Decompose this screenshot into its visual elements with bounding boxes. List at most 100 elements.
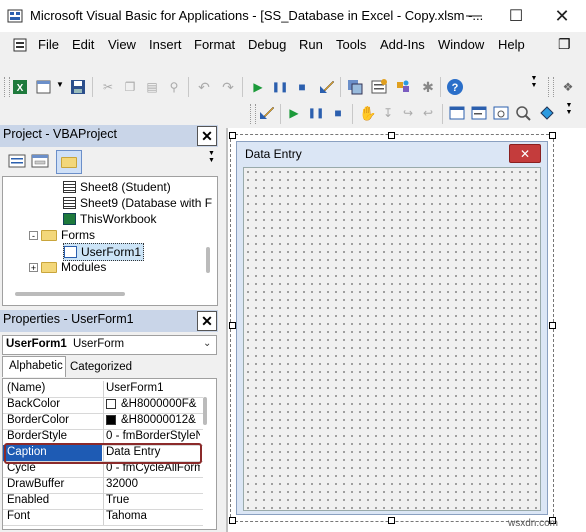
immediate-window-icon[interactable] [470, 104, 488, 122]
resize-handle[interactable] [229, 322, 236, 329]
expand-icon[interactable]: + [29, 262, 38, 272]
project-tree: Sheet8 (Student) Sheet9 (Database with F… [2, 176, 218, 306]
title-bar: Microsoft Visual Basic for Applications … [0, 0, 586, 32]
reset-icon-2[interactable]: ■ [330, 105, 346, 121]
menu-format[interactable]: Format [194, 37, 235, 52]
toolbar-overflow-icon-2[interactable]: ▼ ▼ [565, 102, 573, 124]
menu-help[interactable]: Help [498, 37, 525, 52]
form-menu-icon[interactable] [12, 37, 28, 53]
tree-vertical-scrollbar[interactable] [206, 247, 210, 273]
locals-window-icon[interactable] [448, 104, 466, 122]
properties-panel-close-button[interactable]: ✕ [197, 311, 217, 331]
quick-watch-icon[interactable] [514, 104, 532, 122]
object-selector[interactable]: UserForm1 UserForm ⌄ [2, 335, 217, 355]
folder-icon [41, 229, 57, 241]
paste-icon[interactable]: ▤ [144, 79, 160, 95]
resize-handle[interactable] [549, 322, 556, 329]
help-icon[interactable]: ? [446, 78, 464, 96]
toggle-folders-button[interactable] [56, 150, 82, 174]
restore-child-icon[interactable]: ❐ [558, 36, 571, 53]
design-mode-icon[interactable] [318, 78, 336, 96]
tree-item-label: Modules [61, 260, 107, 274]
toolbox-icon[interactable]: ✱ [420, 79, 436, 95]
toolbar-grip[interactable] [4, 77, 10, 97]
property-value: Tahoma [106, 510, 147, 522]
property-row-enabled[interactable]: Enabled True [3, 493, 203, 510]
tree-horizontal-scrollbar[interactable] [15, 292, 125, 296]
view-object-icon[interactable] [31, 153, 49, 169]
close-window-button[interactable]: ✕ [542, 4, 582, 28]
menu-debug[interactable]: Debug [248, 37, 286, 52]
menu-edit[interactable]: Edit [72, 37, 94, 52]
tree-item-forms[interactable]: - Forms [29, 227, 95, 243]
properties-scrollbar[interactable] [203, 397, 207, 425]
property-row-font[interactable]: Font Tahoma [3, 509, 203, 526]
userform-caption: Data Entry [245, 147, 302, 161]
cut-icon[interactable]: ✂ [100, 79, 116, 95]
step-out-icon[interactable]: ↩ [420, 105, 436, 121]
toolbar-overflow-icon[interactable]: ▼ ▼ [530, 75, 538, 97]
undo-icon[interactable]: ↶ [196, 79, 212, 95]
resize-handle[interactable] [388, 132, 395, 139]
property-row-drawbuffer[interactable]: DrawBuffer 32000 [3, 477, 203, 494]
redo-icon[interactable]: ↷ [220, 79, 236, 95]
menu-view[interactable]: View [108, 37, 136, 52]
toggle-breakpoint-icon[interactable]: ✋ [359, 105, 376, 121]
excel-view-icon[interactable]: X [12, 79, 28, 95]
panel-toolbar-overflow-icon[interactable]: ▼ ▼ [208, 150, 216, 172]
property-row-name[interactable]: (Name) UserForm1 [3, 381, 203, 398]
save-icon[interactable] [70, 79, 86, 95]
svg-text:?: ? [452, 82, 459, 94]
project-panel-header: Project - VBAProject ✕ [0, 125, 218, 147]
break-icon-2[interactable]: ❚❚ [308, 105, 325, 121]
dropdown-arrow-icon[interactable]: ▼ [56, 80, 64, 89]
toolbar-more-icon[interactable]: ❖ [560, 79, 576, 95]
minimize-button[interactable]: — [454, 4, 494, 28]
tree-item-thisworkbook[interactable]: ThisWorkbook [63, 211, 156, 227]
step-into-icon[interactable]: ↧ [380, 105, 396, 121]
object-browser-icon[interactable] [394, 78, 412, 96]
find-icon[interactable]: ⚲ [166, 79, 182, 95]
menu-run[interactable]: Run [299, 37, 323, 52]
project-panel-close-button[interactable]: ✕ [197, 126, 217, 146]
watch-window-icon[interactable] [492, 104, 510, 122]
toolbar-grip-2[interactable] [548, 77, 554, 97]
menu-insert[interactable]: Insert [149, 37, 182, 52]
tab-categorized[interactable]: Categorized [66, 358, 136, 376]
splitter[interactable] [226, 128, 228, 532]
property-value: UserForm1 [106, 382, 164, 394]
userform-close-icon[interactable]: ✕ [509, 144, 541, 163]
resize-handle[interactable] [388, 517, 395, 524]
menu-add-ins[interactable]: Add-Ins [380, 37, 425, 52]
menu-file[interactable]: File [38, 37, 59, 52]
resize-handle[interactable] [229, 517, 236, 524]
userform-client-grid[interactable] [243, 167, 541, 511]
project-explorer-icon[interactable] [346, 78, 364, 96]
break-icon[interactable]: ❚❚ [272, 79, 289, 95]
menu-tools[interactable]: Tools [336, 37, 366, 52]
properties-panel-header: Properties - UserForm1 ✕ [0, 310, 218, 332]
reset-icon[interactable]: ■ [294, 79, 310, 95]
design-mode-icon-2[interactable] [258, 104, 276, 122]
properties-window-icon[interactable] [370, 78, 388, 96]
run-icon-2[interactable]: ▶ [286, 105, 302, 121]
resize-handle[interactable] [549, 132, 556, 139]
call-stack-icon[interactable] [538, 104, 556, 122]
run-icon[interactable]: ▶ [250, 79, 266, 95]
sheet-icon [63, 197, 76, 209]
copy-icon[interactable]: ❐ [122, 79, 138, 95]
tab-alphabetic[interactable]: Alphabetic [2, 356, 66, 377]
tree-item-modules[interactable]: + Modules [29, 259, 106, 275]
resize-handle[interactable] [229, 132, 236, 139]
toolbar-grip-3[interactable] [250, 104, 256, 124]
tree-item-sheet9[interactable]: Sheet9 (Database with F [63, 195, 212, 211]
step-over-icon[interactable]: ↪ [400, 105, 416, 121]
maximize-button[interactable]: ☐ [496, 4, 536, 28]
collapse-icon[interactable]: - [29, 230, 38, 240]
property-row-bordercolor[interactable]: BorderColor &H80000012& [3, 413, 203, 430]
menu-window[interactable]: Window [438, 37, 484, 52]
tree-item-sheet8[interactable]: Sheet8 (Student) [63, 179, 171, 195]
property-row-backcolor[interactable]: BackColor &H8000000F& [3, 397, 203, 414]
insert-userform-icon[interactable] [36, 79, 52, 95]
view-code-icon[interactable] [8, 153, 26, 169]
